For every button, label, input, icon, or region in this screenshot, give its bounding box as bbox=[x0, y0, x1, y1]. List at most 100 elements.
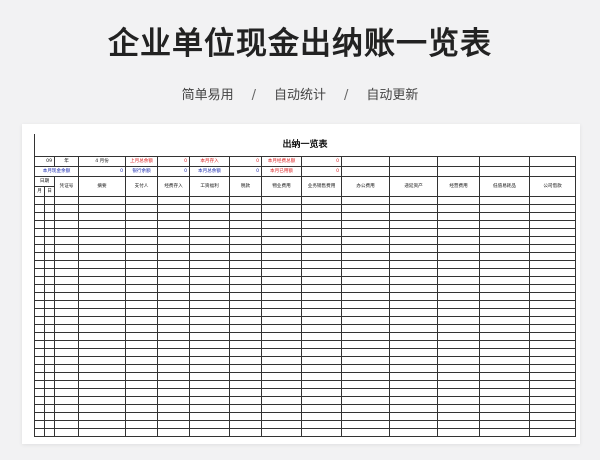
empty-cell[interactable] bbox=[529, 196, 577, 205]
empty-cell[interactable] bbox=[189, 428, 231, 437]
empty-cell[interactable] bbox=[43, 372, 56, 381]
empty-cell[interactable] bbox=[157, 260, 191, 269]
empty-cell[interactable] bbox=[34, 268, 45, 277]
info-value[interactable]: 0 bbox=[157, 166, 191, 177]
empty-cell[interactable] bbox=[479, 388, 531, 397]
empty-cell[interactable] bbox=[189, 260, 231, 269]
empty-cell[interactable] bbox=[437, 420, 481, 429]
empty-cell[interactable] bbox=[529, 268, 577, 277]
empty-cell[interactable] bbox=[125, 340, 159, 349]
empty-cell[interactable] bbox=[78, 404, 127, 413]
empty-cell[interactable] bbox=[341, 348, 391, 357]
empty-cell[interactable] bbox=[389, 340, 439, 349]
empty-cell[interactable] bbox=[78, 276, 127, 285]
empty-cell[interactable] bbox=[34, 284, 45, 293]
empty-cell[interactable] bbox=[301, 372, 343, 381]
empty-cell[interactable] bbox=[301, 228, 343, 237]
empty-cell[interactable] bbox=[341, 428, 391, 437]
empty-cell[interactable] bbox=[189, 220, 231, 229]
empty-cell[interactable] bbox=[389, 396, 439, 405]
empty-cell[interactable] bbox=[34, 244, 45, 253]
empty-cell[interactable] bbox=[78, 300, 127, 309]
empty-cell[interactable] bbox=[189, 388, 231, 397]
empty-cell[interactable] bbox=[43, 364, 56, 373]
empty-cell[interactable] bbox=[157, 428, 191, 437]
empty-cell[interactable] bbox=[78, 228, 127, 237]
empty-cell[interactable] bbox=[341, 420, 391, 429]
empty-cell[interactable] bbox=[479, 260, 531, 269]
empty-cell[interactable] bbox=[229, 284, 263, 293]
empty-cell[interactable] bbox=[43, 324, 56, 333]
empty-cell[interactable] bbox=[389, 244, 439, 253]
year-value[interactable]: 09 bbox=[33, 156, 56, 167]
empty-cell[interactable] bbox=[437, 196, 481, 205]
empty-cell[interactable] bbox=[437, 340, 481, 349]
empty-cell[interactable] bbox=[479, 156, 531, 167]
empty-cell[interactable] bbox=[157, 228, 191, 237]
empty-cell[interactable] bbox=[479, 308, 531, 317]
empty-cell[interactable] bbox=[341, 212, 391, 221]
empty-cell[interactable] bbox=[437, 300, 481, 309]
empty-cell[interactable] bbox=[189, 292, 231, 301]
empty-cell[interactable] bbox=[301, 276, 343, 285]
empty-cell[interactable] bbox=[125, 316, 159, 325]
empty-cell[interactable] bbox=[301, 340, 343, 349]
empty-cell[interactable] bbox=[437, 348, 481, 357]
empty-cell[interactable] bbox=[78, 412, 127, 421]
empty-cell[interactable] bbox=[189, 308, 231, 317]
empty-cell[interactable] bbox=[34, 428, 45, 437]
empty-cell[interactable] bbox=[301, 308, 343, 317]
empty-cell[interactable] bbox=[34, 332, 45, 341]
empty-cell[interactable] bbox=[341, 166, 391, 177]
empty-cell[interactable] bbox=[389, 388, 439, 397]
empty-cell[interactable] bbox=[125, 380, 159, 389]
empty-cell[interactable] bbox=[157, 324, 191, 333]
empty-cell[interactable] bbox=[301, 220, 343, 229]
empty-cell[interactable] bbox=[301, 332, 343, 341]
empty-cell[interactable] bbox=[437, 268, 481, 277]
empty-cell[interactable] bbox=[261, 260, 303, 269]
empty-cell[interactable] bbox=[261, 428, 303, 437]
empty-cell[interactable] bbox=[479, 204, 531, 213]
empty-cell[interactable] bbox=[261, 292, 303, 301]
empty-cell[interactable] bbox=[157, 412, 191, 421]
empty-cell[interactable] bbox=[389, 260, 439, 269]
empty-cell[interactable] bbox=[389, 332, 439, 341]
empty-cell[interactable] bbox=[301, 260, 343, 269]
empty-cell[interactable] bbox=[43, 220, 56, 229]
empty-cell[interactable] bbox=[54, 372, 80, 381]
empty-cell[interactable] bbox=[54, 420, 80, 429]
empty-cell[interactable] bbox=[229, 292, 263, 301]
empty-cell[interactable] bbox=[157, 196, 191, 205]
empty-cell[interactable] bbox=[43, 236, 56, 245]
empty-cell[interactable] bbox=[189, 284, 231, 293]
empty-cell[interactable] bbox=[529, 428, 577, 437]
empty-cell[interactable] bbox=[189, 396, 231, 405]
empty-cell[interactable] bbox=[341, 236, 391, 245]
empty-cell[interactable] bbox=[479, 284, 531, 293]
empty-cell[interactable] bbox=[261, 420, 303, 429]
empty-cell[interactable] bbox=[229, 364, 263, 373]
empty-cell[interactable] bbox=[54, 388, 80, 397]
empty-cell[interactable] bbox=[389, 420, 439, 429]
empty-cell[interactable] bbox=[125, 244, 159, 253]
empty-cell[interactable] bbox=[389, 228, 439, 237]
empty-cell[interactable] bbox=[125, 356, 159, 365]
empty-cell[interactable] bbox=[125, 212, 159, 221]
empty-cell[interactable] bbox=[157, 220, 191, 229]
empty-cell[interactable] bbox=[43, 268, 56, 277]
empty-cell[interactable] bbox=[78, 260, 127, 269]
empty-cell[interactable] bbox=[229, 268, 263, 277]
empty-cell[interactable] bbox=[125, 404, 159, 413]
empty-cell[interactable] bbox=[125, 332, 159, 341]
empty-cell[interactable] bbox=[301, 212, 343, 221]
empty-cell[interactable] bbox=[43, 228, 56, 237]
empty-cell[interactable] bbox=[157, 308, 191, 317]
empty-cell[interactable] bbox=[43, 428, 56, 437]
empty-cell[interactable] bbox=[125, 292, 159, 301]
empty-cell[interactable] bbox=[125, 428, 159, 437]
empty-cell[interactable] bbox=[529, 204, 577, 213]
empty-cell[interactable] bbox=[341, 380, 391, 389]
empty-cell[interactable] bbox=[78, 204, 127, 213]
empty-cell[interactable] bbox=[479, 236, 531, 245]
